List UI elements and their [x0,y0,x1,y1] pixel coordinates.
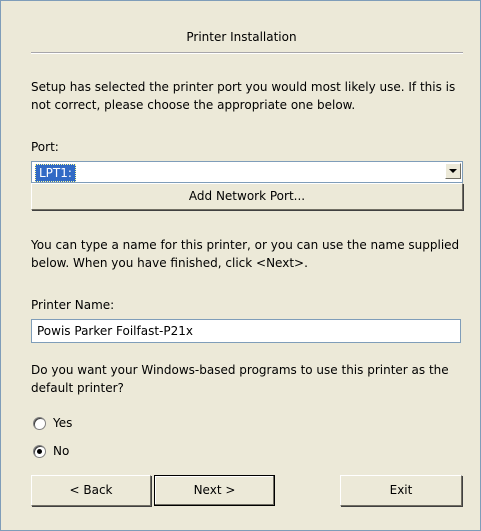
radio-selected-dot [37,449,42,454]
title-divider [31,52,463,54]
default-printer-question: Do you want your Windows-based programs … [31,363,449,395]
radio-yes-circle[interactable] [33,417,46,430]
back-button[interactable]: < Back [31,475,151,506]
port-label: Port: [31,140,59,154]
port-dropdown[interactable]: LPT1: [31,161,463,183]
name-instructions-text: You can type a name for this printer, or… [31,238,460,270]
radio-no-circle[interactable] [33,445,46,458]
next-button[interactable]: Next > [154,475,275,506]
dialog-title: Printer Installation [186,30,297,44]
printer-installation-dialog: Printer Installation Setup has selected … [0,0,481,531]
radio-no-label: No [53,444,70,458]
exit-button[interactable]: Exit [340,475,462,506]
add-network-port-button[interactable]: Add Network Port... [31,183,463,210]
dropdown-arrow-button[interactable] [445,163,461,179]
printer-name-label: Printer Name: [31,298,115,312]
printer-name-input[interactable]: Powis Parker Foilfast-P21x [31,319,461,343]
radio-yes-label: Yes [53,416,73,430]
port-selected-value: LPT1: [35,164,76,182]
intro-text: Setup has selected the printer port you … [31,80,456,112]
chevron-down-icon [449,169,457,173]
